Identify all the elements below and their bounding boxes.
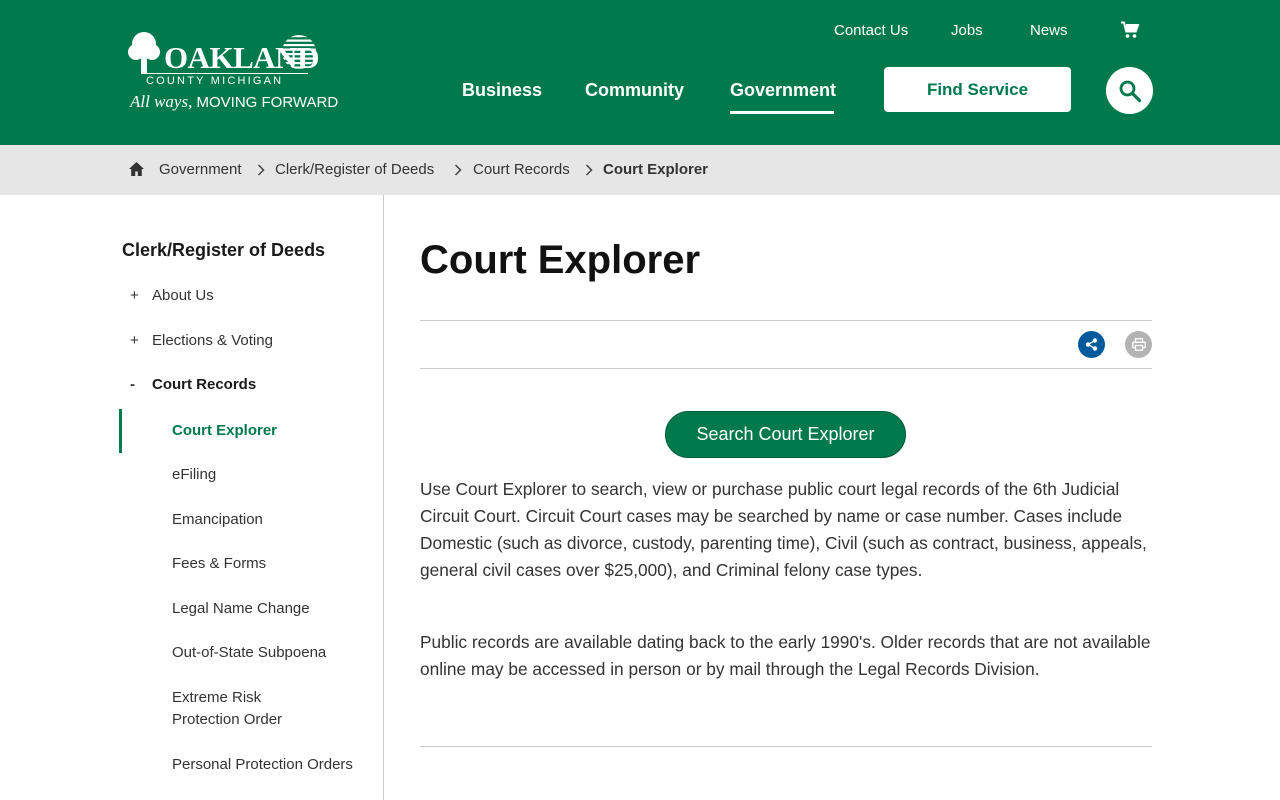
home-icon[interactable] [128, 161, 145, 177]
nav-business[interactable]: Business [462, 80, 542, 101]
sidebar-item-court-records[interactable]: - Court Records [130, 376, 256, 393]
breadcrumb-clerk[interactable]: Clerk/Register of Deeds [275, 161, 434, 178]
nav-government[interactable]: Government [730, 80, 836, 101]
sidebar-title: Clerk/Register of Deeds [122, 240, 326, 260]
page-title: Court Explorer [420, 238, 701, 282]
breadcrumb-government[interactable]: Government [159, 161, 242, 178]
site-header: OAKLAND COUNTY MICHIGAN All ways, MOVING… [0, 0, 1280, 145]
share-button[interactable] [1078, 331, 1105, 358]
logo-tagline: All ways, MOVING FORWARD [130, 93, 338, 110]
sidebar-subitem-extreme-risk-protection-order[interactable]: Extreme Risk Protection Order [172, 687, 302, 731]
divider [420, 746, 1152, 747]
sidebar-item-about-us[interactable]: + About Us [130, 287, 214, 304]
sidebar-subitem-court-explorer[interactable]: Court Explorer [172, 420, 277, 442]
news-link[interactable]: News [1030, 22, 1068, 39]
sidebar-item-label: Court Records [152, 376, 257, 393]
logo-rule [146, 73, 308, 74]
tree-logo-icon [128, 32, 160, 74]
chevron-right-icon [257, 164, 265, 176]
sidebar-subitem-out-of-state-subpoena[interactable]: Out-of-State Subpoena [172, 642, 326, 664]
logo-tagline-script: All ways, [130, 92, 193, 111]
chevron-right-icon [454, 164, 462, 176]
intro-paragraph: Use Court Explorer to search, view or pu… [420, 479, 1147, 580]
nav-active-underline [730, 111, 834, 114]
sidebar-subitem-fees-forms[interactable]: Fees & Forms [172, 553, 266, 575]
records-paragraph: Public records are available dating back… [420, 632, 1151, 679]
print-icon [1131, 338, 1146, 351]
contact-us-link[interactable]: Contact Us [834, 22, 908, 39]
search-court-explorer-button[interactable]: Search Court Explorer [665, 411, 906, 458]
jobs-link[interactable]: Jobs [951, 22, 983, 39]
breadcrumb-court-records[interactable]: Court Records [473, 161, 570, 178]
sidebar-subitem-efiling[interactable]: eFiling [172, 464, 216, 486]
sidebar-subitem-personal-protection-orders[interactable]: Personal Protection Orders [172, 754, 353, 776]
find-service-button[interactable]: Find Service [884, 67, 1071, 112]
cart-icon[interactable] [1120, 21, 1140, 39]
sidebar-item-label: Elections & Voting [152, 332, 273, 349]
search-button[interactable] [1106, 67, 1153, 114]
sidebar-item-elections-voting[interactable]: + Elections & Voting [130, 332, 273, 349]
collapse-toggle[interactable]: - [130, 376, 152, 393]
sidebar-subitem-emancipation[interactable]: Emancipation [172, 509, 263, 531]
breadcrumb-current: Court Explorer [603, 161, 709, 178]
sidebar-active-indicator [119, 409, 122, 453]
breadcrumb: Government Clerk/Register of Deeds Court… [0, 145, 1280, 195]
divider [420, 320, 1152, 321]
sidebar-item-label: About Us [152, 287, 214, 304]
logo-wordmark: OAKLAND [164, 40, 319, 75]
print-button[interactable] [1125, 331, 1152, 358]
logo-tagline-text: MOVING FORWARD [196, 94, 339, 111]
logo-county: COUNTY MICHIGAN [146, 75, 284, 87]
expand-toggle[interactable]: + [130, 332, 152, 349]
site-logo[interactable]: OAKLAND COUNTY MICHIGAN All ways, MOVING… [128, 30, 338, 116]
sidebar-subitem-legal-name-change[interactable]: Legal Name Change [172, 598, 310, 620]
expand-toggle[interactable]: + [130, 287, 152, 304]
sidebar-divider [383, 195, 384, 800]
search-icon [1119, 80, 1141, 102]
chevron-right-icon [585, 164, 593, 176]
divider [420, 368, 1152, 369]
share-icon [1085, 338, 1098, 351]
nav-community[interactable]: Community [585, 80, 684, 101]
